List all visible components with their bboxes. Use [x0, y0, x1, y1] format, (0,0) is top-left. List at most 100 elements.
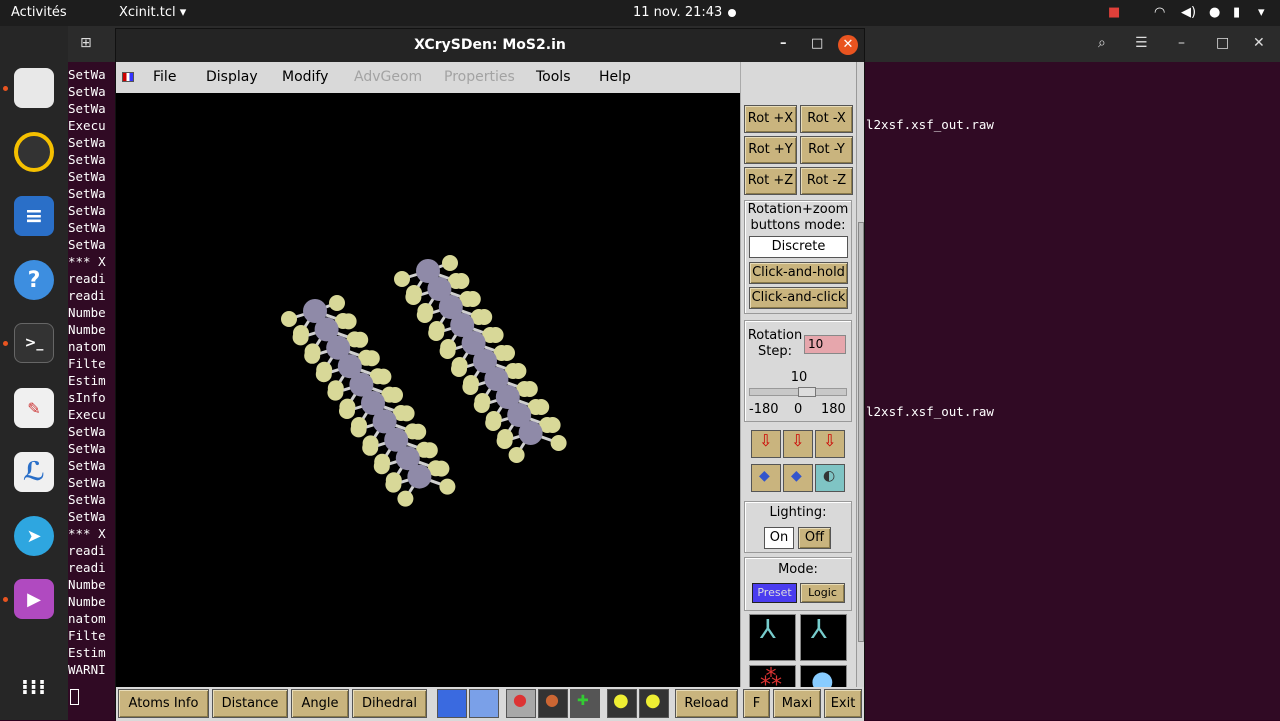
sulfur-atom[interactable] [375, 368, 392, 385]
sulfur-atom[interactable] [508, 447, 525, 463]
sulfur-atom[interactable] [350, 421, 367, 438]
rot-plus-y-button[interactable]: Rot +Y [744, 136, 797, 164]
maxi-button[interactable]: Maxi [773, 689, 821, 718]
sulfur-atom[interactable] [304, 347, 321, 364]
sulfur-atom[interactable] [394, 271, 410, 287]
sulfur-atom[interactable] [329, 295, 345, 311]
sulfur-wire-icon[interactable]: ● [639, 689, 669, 718]
menu-file[interactable]: File [153, 69, 176, 85]
lighting-off-button[interactable]: Off [798, 527, 831, 549]
rot-minus-z-button[interactable]: Rot -Z [800, 167, 853, 195]
preset-button[interactable]: Preset [752, 583, 797, 603]
discrete-button[interactable]: Discrete [749, 236, 848, 258]
sulfur-atom[interactable] [510, 363, 527, 379]
minimize-icon[interactable]: – [1178, 35, 1185, 51]
menu-modify[interactable]: Modify [282, 69, 328, 85]
menu-display[interactable]: Display [206, 69, 258, 85]
sulfur-atom-icon[interactable]: ● [607, 689, 637, 718]
xcrysden-icon[interactable]: ℒ [14, 452, 54, 492]
help-icon[interactable]: ? [14, 260, 54, 300]
document-viewer-icon[interactable]: ✎ [14, 388, 54, 428]
sulfur-atom[interactable] [544, 417, 561, 433]
sulfur-atom[interactable] [352, 331, 369, 348]
app-menu[interactable]: Xcinit.tcl ▾ [119, 5, 186, 20]
sulfur-atom[interactable] [462, 379, 479, 395]
sulfur-atom[interactable] [292, 329, 309, 346]
files-icon[interactable] [14, 68, 54, 108]
sulfur-atom[interactable] [397, 490, 414, 507]
atoms-ball-icon[interactable]: ● [506, 689, 536, 718]
video-player-icon[interactable]: ▶ [14, 579, 54, 619]
rhythmbox-icon[interactable] [14, 132, 54, 172]
sulfur-atom[interactable] [521, 381, 538, 397]
molybdenum-atom[interactable] [518, 421, 543, 445]
sulfur-atom[interactable] [327, 384, 344, 401]
activities-button[interactable]: Activités [11, 5, 67, 20]
sulfur-atom[interactable] [362, 439, 379, 456]
wifi-icon[interactable]: ◠ [1154, 5, 1165, 20]
sulfur-atom[interactable] [428, 325, 445, 341]
rot-minus-x-button[interactable]: Rot -X [800, 105, 853, 133]
sulfur-atom[interactable] [315, 366, 332, 383]
new-tab-icon[interactable]: ⊞ [80, 35, 92, 51]
battery-icon[interactable]: ▮ [1233, 5, 1240, 20]
system-menu-icon[interactable]: ▾ [1258, 5, 1265, 20]
f-button[interactable]: F [743, 689, 770, 718]
sulfur-atom[interactable] [439, 343, 456, 359]
angle-button[interactable]: Angle [291, 689, 349, 718]
slider-handle[interactable] [798, 387, 816, 397]
sulfur-atom[interactable] [433, 460, 450, 477]
rot-plus-x-button[interactable]: Rot +X [744, 105, 797, 133]
volume-icon[interactable]: ◀) [1181, 5, 1196, 20]
sulfur-atom[interactable] [405, 289, 422, 305]
sulfur-atom[interactable] [453, 273, 470, 289]
telegram-icon[interactable]: ➤ [14, 516, 54, 556]
sulfur-atom[interactable] [442, 255, 458, 271]
reload-button[interactable]: Reload [675, 689, 738, 718]
menu-tools[interactable]: Tools [536, 69, 571, 85]
molybdenum-atom[interactable] [407, 464, 432, 489]
zoom-out-icon[interactable]: ◆ [783, 464, 813, 492]
translate-left-icon[interactable]: ⇩ [751, 430, 781, 458]
reset-view-icon[interactable]: ◐ [815, 464, 845, 492]
maximize-icon[interactable]: □ [1216, 35, 1229, 51]
writer-icon[interactable]: ≡ [14, 196, 54, 236]
lighting-on-button[interactable]: On [764, 527, 794, 549]
sulfur-atom[interactable] [340, 313, 357, 330]
sulfur-atom[interactable] [473, 397, 490, 413]
structure-viewport[interactable] [116, 93, 740, 687]
translate-right-icon[interactable]: ⇩ [815, 430, 845, 458]
menu-icon[interactable]: ☰ [1135, 35, 1148, 51]
click-and-hold-button[interactable]: Click-and-hold [749, 262, 848, 284]
click-and-click-button[interactable]: Click-and-click [749, 287, 848, 309]
sulfur-atom[interactable] [398, 405, 415, 422]
sulfur-atom[interactable] [496, 433, 513, 449]
exit-button[interactable]: Exit [824, 689, 862, 718]
rotation-step-slider[interactable] [749, 387, 847, 397]
sulfur-atom[interactable] [410, 423, 427, 440]
translate-center-icon[interactable]: ⇩ [783, 430, 813, 458]
display-sticks-icon[interactable]: ⅄ [800, 614, 847, 661]
maximize-icon[interactable]: □ [811, 36, 823, 51]
sulfur-atom[interactable] [499, 345, 515, 361]
sulfur-atom[interactable] [281, 311, 297, 327]
crystal-cell-icon[interactable] [437, 689, 467, 718]
zoom-in-icon[interactable]: ◆ [751, 464, 781, 492]
sulfur-atom[interactable] [476, 309, 493, 325]
sulfur-atom[interactable] [487, 327, 504, 343]
close-icon[interactable]: ✕ [1253, 35, 1265, 51]
window-titlebar[interactable]: XCrySDen: MoS2.in – □ ✕ [116, 29, 864, 62]
sulfur-atom[interactable] [416, 307, 433, 323]
unit-cell-icon[interactable] [469, 689, 499, 718]
sulfur-atom[interactable] [387, 387, 403, 403]
app-grid-icon[interactable]: ⁝⁝⁝ [14, 667, 54, 707]
panel-scrollbar[interactable] [856, 62, 864, 687]
atoms-info-button[interactable]: Atoms Info [118, 689, 209, 718]
distance-button[interactable]: Distance [212, 689, 288, 718]
sulfur-atom[interactable] [339, 403, 355, 419]
sulfur-atom[interactable] [439, 478, 456, 495]
minimize-icon[interactable]: – [780, 36, 787, 51]
search-icon[interactable]: ⌕ [1098, 35, 1106, 51]
sulfur-atom[interactable] [421, 442, 438, 459]
wireframe-ball-icon[interactable]: ● [538, 689, 568, 718]
